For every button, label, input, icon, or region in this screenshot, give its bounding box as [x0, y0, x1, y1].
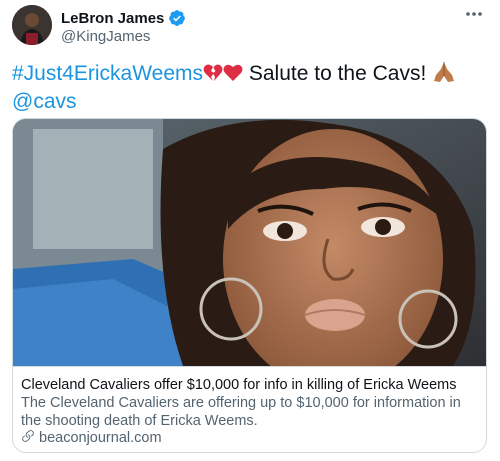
- verified-badge-icon: [168, 9, 186, 27]
- card-image: [13, 119, 486, 389]
- link-icon: [21, 429, 35, 447]
- card-domain-row: beaconjournal.com: [21, 429, 162, 447]
- name-row: LeBron James: [61, 9, 186, 27]
- tweet-text: #Just4ErickaWeems Salute to the Cavs! @c…: [12, 60, 490, 116]
- avatar[interactable]: [12, 5, 52, 45]
- card-title[interactable]: Cleveland Cavaliers offer $10,000 for in…: [21, 376, 481, 394]
- red-heart-icon: [223, 62, 243, 81]
- user-handle[interactable]: @KingJames: [61, 28, 150, 45]
- mention-link[interactable]: @cavs: [12, 90, 77, 113]
- link-card[interactable]: Cleveland Cavaliers offer $10,000 for in…: [12, 118, 487, 453]
- card-domain[interactable]: beaconjournal.com: [39, 430, 162, 446]
- hashtag-link[interactable]: #Just4ErickaWeems: [12, 62, 203, 85]
- card-body: Cleveland Cavaliers offer $10,000 for in…: [13, 366, 486, 452]
- avatar-image: [12, 5, 52, 45]
- broken-heart-icon: [203, 62, 223, 81]
- tweet-body-text: Salute to the Cavs!: [243, 62, 433, 85]
- display-name[interactable]: LeBron James: [61, 10, 164, 27]
- tweet: LeBron James @KingJames #Just4ErickaWeem…: [0, 0, 500, 461]
- folded-hands-icon: [432, 61, 456, 83]
- more-options-icon[interactable]: [462, 6, 486, 22]
- card-description: The Cleveland Cavaliers are offering up …: [21, 395, 461, 429]
